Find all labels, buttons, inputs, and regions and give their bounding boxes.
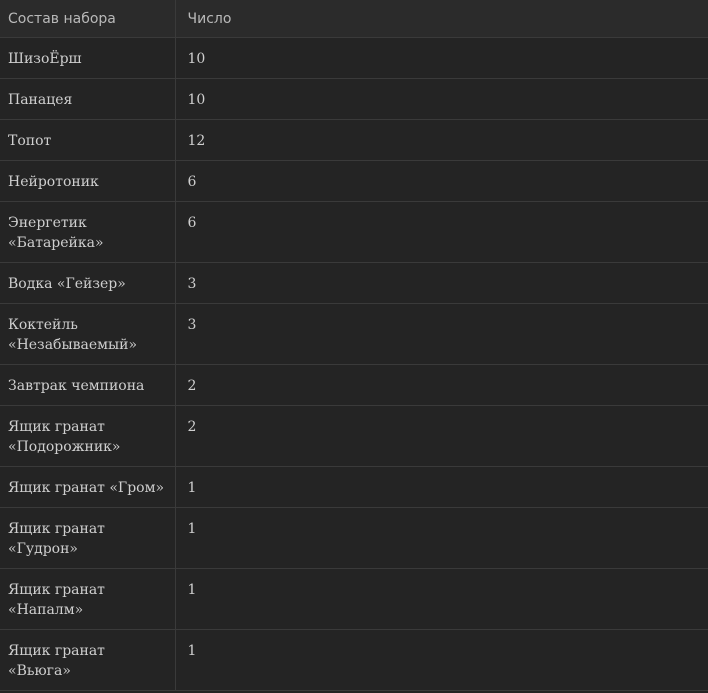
item-name-cell: Энергетик «Батарейка» bbox=[0, 201, 176, 263]
item-name-cell: Панацея bbox=[0, 78, 176, 120]
item-name-cell: Завтрак чемпиона bbox=[0, 364, 176, 406]
item-name-cell: Ящик гранат «Подорожник» bbox=[0, 405, 176, 467]
item-count-cell: 10 bbox=[175, 78, 708, 120]
item-count-cell: 2 bbox=[175, 364, 708, 406]
table-row: Завтрак чемпиона 2 bbox=[0, 364, 708, 406]
item-count-cell: 6 bbox=[175, 201, 708, 263]
item-count-cell: 1 bbox=[175, 466, 708, 508]
item-count-cell: 1 bbox=[175, 507, 708, 569]
item-name-cell: Топот bbox=[0, 119, 176, 161]
item-name-cell: Ящик гранат «Гудрон» bbox=[0, 507, 176, 569]
table-row: Панацея 10 bbox=[0, 78, 708, 120]
table-row: Ящик гранат «Гром» 1 bbox=[0, 466, 708, 508]
table-row: Коктейль «Незабываемый» 3 bbox=[0, 303, 708, 365]
table-row: Нейротоник 6 bbox=[0, 160, 708, 202]
table-row: Ящик гранат «Напалм» 1 bbox=[0, 568, 708, 630]
table-row: Ящик гранат «Вьюга» 1 bbox=[0, 629, 708, 691]
item-count-cell: 1 bbox=[175, 629, 708, 691]
table-row: Ящик гранат «Подорожник» 2 bbox=[0, 405, 708, 467]
column-header-count: Число bbox=[175, 0, 708, 38]
table-row: ШизоЁрш 10 bbox=[0, 37, 708, 79]
kit-contents-table: Состав набора Число ШизоЁрш 10 Панацея 10 … bbox=[0, 0, 708, 691]
item-name-cell: Ящик гранат «Напалм» bbox=[0, 568, 176, 630]
table-row: Энергетик «Батарейка» 6 bbox=[0, 201, 708, 263]
item-count-cell: 3 bbox=[175, 303, 708, 365]
item-name-cell: Ящик гранат «Гром» bbox=[0, 466, 176, 508]
table-row: Ящик гранат «Гудрон» 1 bbox=[0, 507, 708, 569]
item-count-cell: 3 bbox=[175, 262, 708, 304]
item-name-cell: Ящик гранат «Вьюга» bbox=[0, 629, 176, 691]
table-row: Водка «Гейзер» 3 bbox=[0, 262, 708, 304]
item-count-cell: 6 bbox=[175, 160, 708, 202]
table-header-row: Состав набора Число bbox=[0, 0, 708, 38]
item-count-cell: 12 bbox=[175, 119, 708, 161]
item-count-cell: 10 bbox=[175, 37, 708, 79]
item-name-cell: ШизоЁрш bbox=[0, 37, 176, 79]
item-count-cell: 1 bbox=[175, 568, 708, 630]
item-name-cell: Нейротоник bbox=[0, 160, 176, 202]
table-row: Топот 12 bbox=[0, 119, 708, 161]
item-count-cell: 2 bbox=[175, 405, 708, 467]
item-name-cell: Коктейль «Незабываемый» bbox=[0, 303, 176, 365]
item-name-cell: Водка «Гейзер» bbox=[0, 262, 176, 304]
column-header-item: Состав набора bbox=[0, 0, 176, 38]
